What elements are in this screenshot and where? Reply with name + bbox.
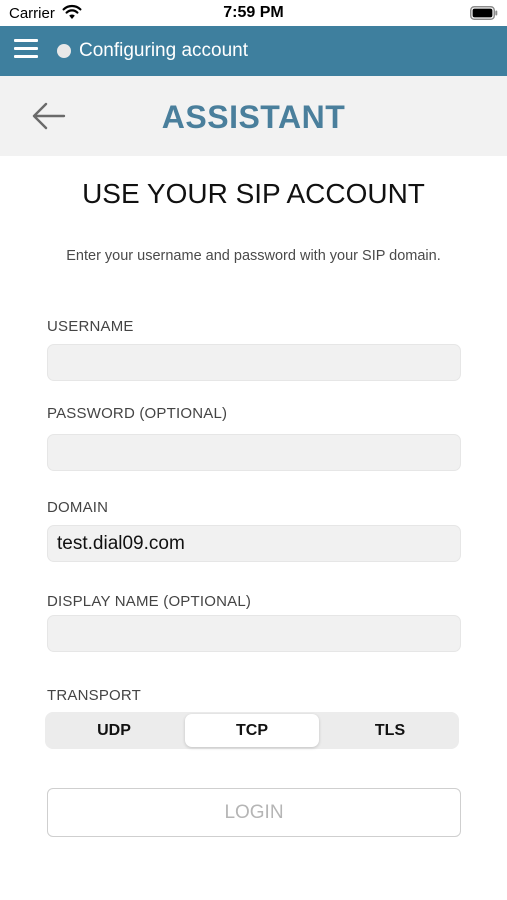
status-time: 7:59 PM	[223, 4, 284, 21]
display-name-label: DISPLAY NAME (OPTIONAL)	[47, 593, 252, 610]
domain-input[interactable]	[47, 525, 461, 562]
page-heading: USE YOUR SIP ACCOUNT	[82, 178, 425, 209]
presence-dot-icon	[57, 44, 71, 58]
domain-label: DOMAIN	[47, 499, 109, 516]
status-bar: Carrier 7:59 PM	[0, 0, 507, 26]
assistant-title: ASSISTANT	[161, 99, 346, 135]
username-input[interactable]	[47, 344, 461, 381]
account-status-title: Configuring account	[79, 40, 248, 61]
username-label: USERNAME	[47, 318, 134, 335]
instructions-text: Enter your username and password with yo…	[66, 248, 441, 264]
hamburger-menu-icon[interactable]	[14, 39, 38, 61]
transport-option-udp[interactable]: UDP	[47, 714, 181, 747]
battery-icon	[470, 6, 498, 20]
transport-option-tls[interactable]: TLS	[323, 714, 457, 747]
login-button[interactable]: LOGIN	[47, 788, 461, 837]
assistant-header: ASSISTANT	[0, 76, 507, 156]
password-label: PASSWORD (OPTIONAL)	[47, 405, 228, 422]
password-input[interactable]	[47, 434, 461, 471]
top-app-bar: Configuring account	[0, 26, 507, 76]
transport-segmented-control: UDP TCP TLS	[45, 712, 459, 749]
transport-label: TRANSPORT	[47, 687, 142, 704]
transport-option-tcp[interactable]: TCP	[185, 714, 319, 747]
display-name-input[interactable]	[47, 615, 461, 652]
